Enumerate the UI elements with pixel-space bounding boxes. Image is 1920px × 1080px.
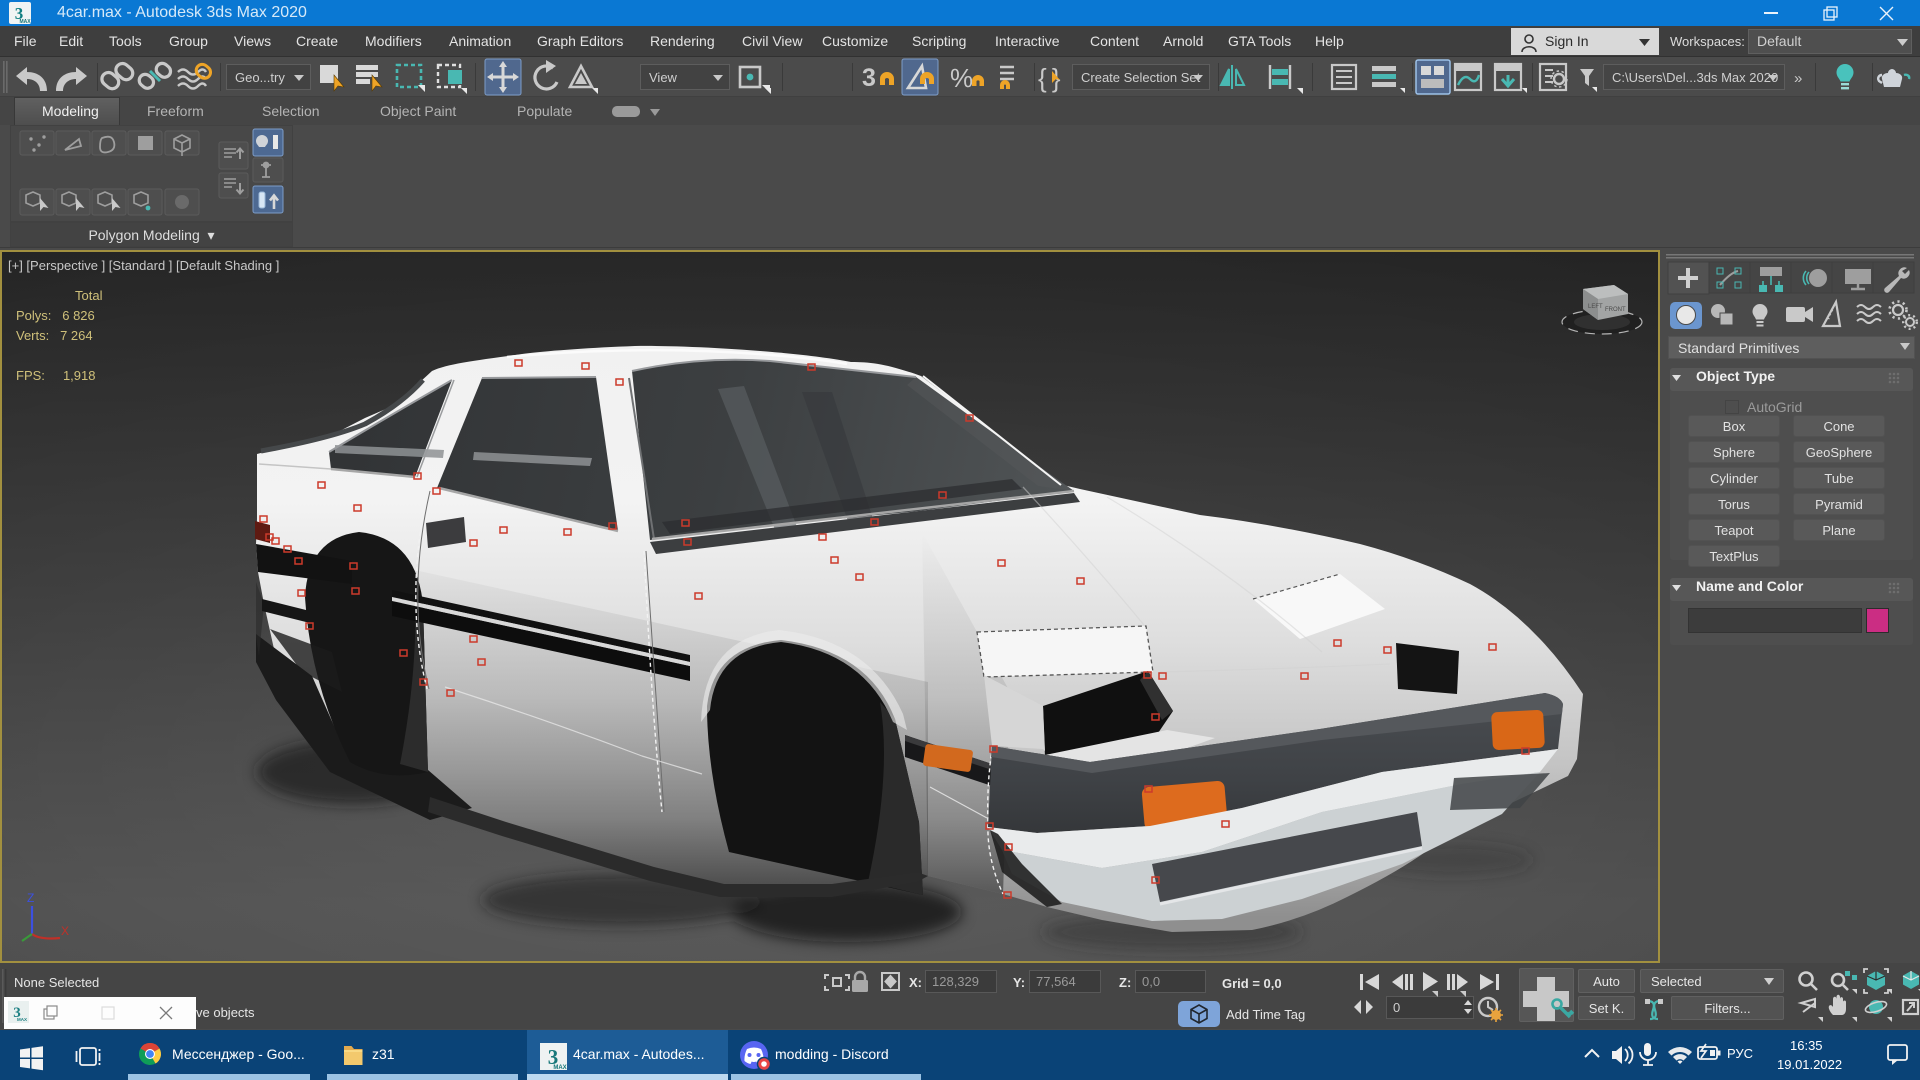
svg-text:»: » (1794, 70, 1802, 87)
svg-text:MAX: MAX (17, 1017, 27, 1022)
svg-text:MAX: MAX (553, 1065, 566, 1071)
svg-text:MAX: MAX (19, 19, 31, 25)
svg-text:Z: Z (27, 891, 34, 905)
svg-text:FRONT: FRONT (1605, 307, 1626, 313)
svg-text:LEFT: LEFT (1588, 304, 1603, 310)
svg-text:%: % (950, 63, 973, 93)
svg-text:X: X (61, 924, 69, 938)
svg-text:3: 3 (862, 64, 876, 92)
